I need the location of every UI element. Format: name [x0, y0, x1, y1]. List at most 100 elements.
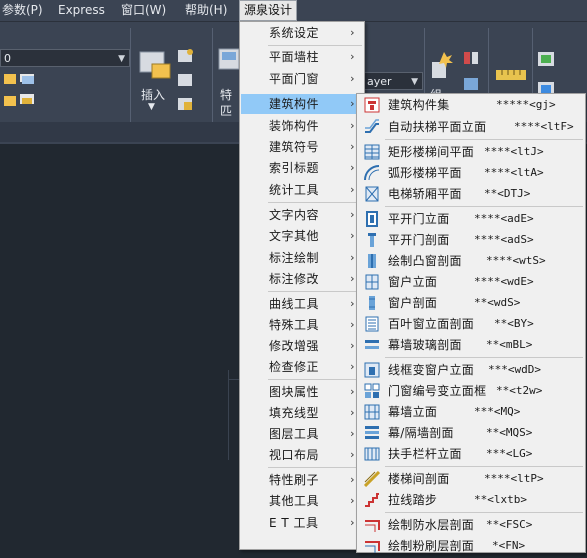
submenu-item-escalator[interactable]: 自动扶梯平面立面 ****<ltF>: [358, 117, 584, 137]
drawing-line: [228, 370, 229, 460]
menu-yuanquan-design[interactable]: 源泉设计: [239, 0, 298, 21]
submenu-shortcut: ****<adS>: [474, 233, 534, 246]
submenu-item-louver[interactable]: 百叶窗立面剖面 **<BY>: [358, 314, 584, 334]
layer-combo-2[interactable]: ayer ▼: [363, 72, 423, 90]
submenu-shortcut: ***<LG>: [486, 447, 533, 460]
submenu-item-bay-window[interactable]: 绘制凸窗剖面 ****<wtS>: [358, 251, 584, 271]
menu-item-check-fix[interactable]: 检查修正 ›: [241, 357, 363, 377]
insert-button[interactable]: 插入: [141, 86, 165, 103]
railing-icon: [364, 447, 380, 461]
submenu-item-stair-section[interactable]: 楼梯间剖面 ****<ltP>: [358, 469, 584, 489]
chevron-right-icon: ›: [350, 208, 355, 221]
menu-separator: [268, 202, 362, 203]
menu-item-symbols[interactable]: 建筑符号 ›: [241, 137, 363, 157]
chevron-right-icon: ›: [350, 494, 355, 507]
submenu-item-component-set[interactable]: 建筑构件集 *****<gj>: [358, 95, 584, 115]
menu-item-dim-modify[interactable]: 标注修改 ›: [241, 269, 363, 289]
submenu-item-window-elevation[interactable]: 窗户立面 ****<wdE>: [358, 272, 584, 292]
submenu-item-label: 矩形楼梯间平面: [388, 145, 475, 159]
chevron-down-icon[interactable]: ▼: [148, 102, 155, 112]
submenu-item-plaster-section[interactable]: 绘制粉刷层剖面 *<FN>: [358, 536, 584, 556]
menu-item-curve-tools[interactable]: 曲线工具 ›: [241, 294, 363, 314]
submenu-item-door-number-frame[interactable]: 门窗编号变立面框 **<t2w>: [358, 381, 584, 401]
chevron-right-icon: ›: [350, 183, 355, 196]
properties-icon[interactable]: [218, 48, 240, 72]
layer-combo[interactable]: 0 ▼: [0, 49, 130, 67]
menu-item-system-settings[interactable]: 系统设定 ›: [241, 23, 363, 43]
submenu-item-window-section[interactable]: 窗户剖面 **<wdS>: [358, 293, 584, 313]
submenu-shortcut: **<wdS>: [474, 296, 521, 309]
menu-item-text-other[interactable]: 文字其他 ›: [241, 226, 363, 246]
menu-item-label: 视口布局: [269, 448, 320, 462]
elevator-icon: [365, 186, 379, 202]
menu-item-label: 图块属性: [269, 385, 320, 399]
submenu-shortcut: *****<gj>: [496, 98, 556, 111]
menu-item-viewport-layout[interactable]: 视口布局 ›: [241, 445, 363, 465]
door-number-icon: [364, 383, 380, 398]
menu-item-et-tools[interactable]: E T 工具 ›: [241, 513, 363, 533]
menu-item-label: 平面墙柱: [269, 50, 320, 64]
chevron-right-icon: ›: [350, 427, 355, 440]
menu-item-dim-draw[interactable]: 标注绘制 ›: [241, 248, 363, 268]
menu-item-special-tools[interactable]: 特殊工具 ›: [241, 315, 363, 335]
menu-item-block-attr[interactable]: 图块属性 ›: [241, 382, 363, 402]
block-tools-icon[interactable]: [176, 46, 196, 116]
submenu-item-label: 百叶窗立面剖面: [388, 317, 475, 331]
submenu-item-stepped-line[interactable]: 拉线踏步 **<lxtb>: [358, 490, 584, 510]
menu-item-layer-tools[interactable]: 图层工具 ›: [241, 424, 363, 444]
menu-item-doors-windows[interactable]: 平面门窗 ›: [241, 69, 363, 89]
submenu-shortcut: **<lxtb>: [474, 493, 527, 506]
menu-express[interactable]: Express: [54, 1, 109, 20]
menu-item-statistics[interactable]: 统计工具 ›: [241, 180, 363, 200]
submenu-shortcut: ***<wdD>: [488, 363, 541, 376]
submenu-item-frame-to-window[interactable]: 线框变窗户立面 ***<wdD>: [358, 360, 584, 380]
menu-item-label: E T 工具: [269, 516, 319, 530]
properties-button[interactable]: 特: [220, 86, 232, 103]
group-icon[interactable]: [428, 48, 456, 88]
submenu-item-rect-stair[interactable]: 矩形楼梯间平面 ****<ltJ>: [358, 142, 584, 162]
menu-item-index-title[interactable]: 索引标题 ›: [241, 158, 363, 178]
submenu-item-door-section[interactable]: 平开门剖面 ****<adS>: [358, 230, 584, 250]
submenu-item-waterproof-section[interactable]: 绘制防水层剖面 **<FSC>: [358, 515, 584, 535]
menu-separator: [385, 139, 583, 140]
menu-item-property-brush[interactable]: 特性刷子 ›: [241, 470, 363, 490]
submenu-shortcut: ****<ltF>: [514, 120, 574, 133]
submenu-item-door-elevation[interactable]: 平开门立面 ****<adE>: [358, 209, 584, 229]
menu-item-modify-enhance[interactable]: 修改增强 ›: [241, 336, 363, 356]
submenu-item-elevator[interactable]: 电梯轿厢平面 **<DTJ>: [358, 184, 584, 204]
window-elev-icon: [365, 274, 379, 290]
submenu-item-curtain-wall[interactable]: 幕墙立面 ***<MQ>: [358, 402, 584, 422]
submenu-shortcut: **<mBL>: [486, 338, 533, 351]
menu-item-label: 文字内容: [269, 208, 320, 222]
yuanquan-dropdown-menu: 系统设定 › 平面墙柱 › 平面门窗 › 建筑构件 › 装饰构件 › 建筑符号 › 索引标题…: [239, 21, 365, 550]
menu-item-label: 图层工具: [269, 427, 320, 441]
submenu-item-partition-section[interactable]: 幕/隔墙剖面 **<MQS>: [358, 423, 584, 443]
menu-window[interactable]: 窗口(W): [117, 1, 170, 20]
submenu-shortcut: ****<wdE>: [474, 275, 534, 288]
door-elev-icon: [366, 211, 378, 227]
submenu-shortcut: **<DTJ>: [484, 187, 531, 200]
menu-item-label: 标注修改: [269, 272, 320, 286]
menu-item-text-content[interactable]: 文字内容 ›: [241, 205, 363, 225]
submenu-item-curtain-glass[interactable]: 幕墙玻璃剖面 **<mBL>: [358, 335, 584, 355]
menu-separator: [268, 45, 362, 46]
chevron-right-icon: ›: [350, 360, 355, 373]
menu-item-other-tools[interactable]: 其他工具 ›: [241, 491, 363, 511]
menu-item-decorative[interactable]: 装饰构件 ›: [241, 116, 363, 136]
menu-help[interactable]: 帮助(H): [181, 1, 231, 20]
layer-combo-value: 0: [4, 52, 11, 65]
menu-item-hatch-linetype[interactable]: 填充线型 ›: [241, 403, 363, 423]
submenu-item-label: 幕墙玻璃剖面: [388, 338, 462, 352]
menu-item-wall-column[interactable]: 平面墙柱 ›: [241, 47, 363, 67]
submenu-item-label: 窗户立面: [388, 275, 438, 289]
insert-block-icon[interactable]: [138, 46, 174, 86]
measure-icon[interactable]: [494, 62, 530, 92]
menu-separator: [385, 466, 583, 467]
submenu-item-arc-stair[interactable]: 弧形楼梯平面 ****<ltA>: [358, 163, 584, 183]
menu-separator: [268, 379, 362, 380]
menu-param[interactable]: 参数(P): [0, 1, 47, 20]
layer-tools-icon[interactable]: [2, 72, 42, 116]
match-properties-button[interactable]: 匹: [220, 102, 232, 119]
submenu-item-railing[interactable]: 扶手栏杆立面 ***<LG>: [358, 444, 584, 464]
menu-item-building-components[interactable]: 建筑构件 ›: [241, 94, 363, 114]
